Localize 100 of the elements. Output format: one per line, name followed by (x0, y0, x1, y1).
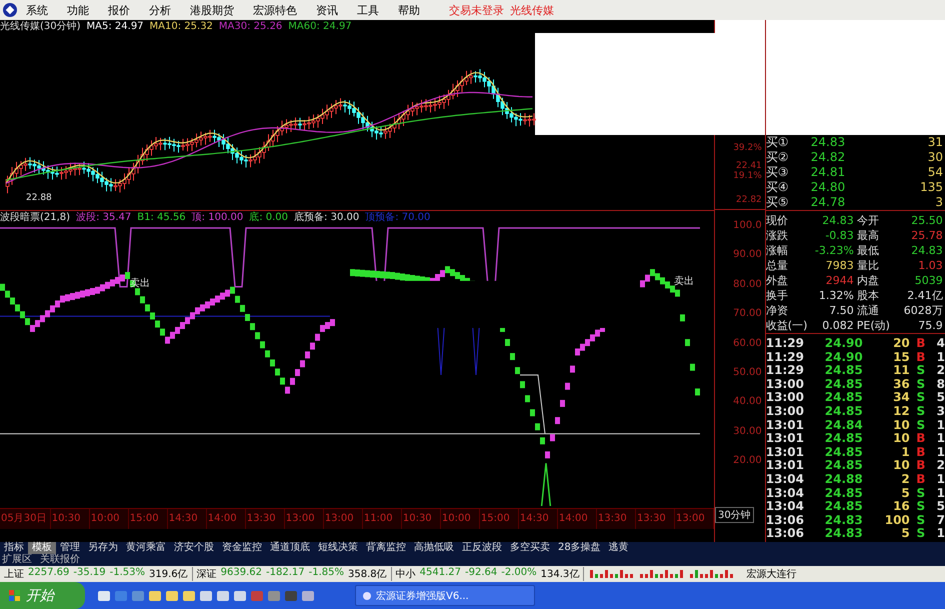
tab[interactable]: 模板 (28, 542, 56, 554)
menu-item[interactable]: 功能 (67, 2, 89, 18)
trade-time: 13:00 (766, 378, 805, 392)
taskbar-window-button[interactable]: 宏源证券增强版V6... (355, 585, 535, 606)
launcher-icon[interactable] (165, 588, 179, 602)
indicator-value: 底预备: 30.00 (294, 211, 360, 224)
tab[interactable]: 黄河乘富 (122, 542, 170, 554)
menu-item[interactable]: 工具 (357, 2, 379, 18)
chart-title: 光线传媒(30分钟) (0, 20, 81, 33)
trade-count: 1 (936, 486, 945, 500)
tab[interactable]: 背离监控 (362, 542, 410, 554)
time-label: 14:00 (558, 509, 597, 529)
indicator-value: B1: 45.56 (137, 211, 186, 224)
trade-price: 24.84 (824, 418, 864, 432)
menu-item[interactable]: 资讯 (316, 2, 338, 18)
trade-volume: 15 (892, 350, 910, 364)
tab[interactable]: 资金监控 (218, 542, 266, 554)
menu-item[interactable]: 宏源特色 (253, 2, 297, 18)
ma-value: MA5: 24.97 (86, 20, 144, 33)
menu-item[interactable]: 报价 (108, 2, 130, 18)
tab[interactable]: 短线决策 (314, 542, 362, 554)
signal-label: 卖出 (674, 274, 694, 288)
stat-label: 最低 (856, 243, 880, 258)
bid-price: 24.82 (810, 150, 846, 165)
time-label: 10:00 (90, 509, 129, 529)
axis-label: 22.82 (736, 195, 762, 205)
trade-price: 24.85 (824, 459, 864, 473)
start-button[interactable]: 开始 (0, 582, 85, 609)
axis-label: 30.00 (733, 426, 762, 439)
launcher-icon[interactable] (233, 588, 247, 602)
trade-time: 13:06 (766, 514, 805, 528)
trade-price: 24.85 (824, 500, 864, 514)
menu-item[interactable]: 帮助 (398, 2, 420, 18)
time-label: 15:00 (480, 509, 519, 529)
stat-label: 今开 (856, 213, 880, 228)
bid-volume: 3 (934, 195, 944, 210)
panel-tab[interactable]: 扩展区 (2, 554, 32, 566)
tab[interactable]: 正反波段 (458, 542, 506, 554)
bid-price: 24.81 (810, 165, 846, 180)
tab[interactable]: 多空买卖 (506, 542, 554, 554)
tab[interactable]: 另存为 (84, 542, 122, 554)
trade-time: 11:29 (766, 364, 805, 378)
indicator-value: 顶: 100.00 (192, 211, 244, 224)
stat-value: 2.41亿 (906, 288, 943, 303)
menu-item[interactable]: 分析 (149, 2, 171, 18)
bid-price: 24.83 (810, 135, 846, 150)
trade-count: 4 (936, 337, 945, 351)
trade-price: 24.83 (824, 527, 864, 541)
index-name: 上证 (4, 568, 24, 581)
tab[interactable]: 逃黄 (604, 542, 633, 554)
trade-price: 24.83 (824, 514, 864, 528)
stat-label: PE(动) (856, 318, 891, 333)
tab[interactable]: 高抛低吸 (410, 542, 458, 554)
trade-side: S (915, 364, 926, 378)
time-label: 14:30 (518, 509, 558, 529)
launcher-icon[interactable] (182, 588, 196, 602)
stat-label: 最高 (856, 228, 880, 243)
trade-price: 24.88 (824, 472, 864, 487)
axis-label: 70.00 (733, 308, 762, 322)
trade-volume: 34 (892, 391, 910, 405)
trade-count: 8 (936, 378, 945, 392)
tab[interactable]: 28多操盘 (554, 542, 605, 554)
time-label: 13:00 (284, 509, 324, 529)
trade-side: S (915, 527, 926, 541)
stat-label: 换手 (766, 288, 789, 303)
stat-value: 7983 (824, 258, 854, 273)
launcher-icon[interactable] (301, 588, 315, 602)
index-percent: -2.00% (501, 567, 537, 580)
ma-value: MA10: 25.32 (150, 20, 213, 33)
tab[interactable]: 济安个股 (170, 542, 218, 554)
bid-volume: 135 (919, 180, 944, 195)
launcher-icon[interactable] (148, 588, 162, 602)
bid-volume: 30 (926, 150, 944, 165)
tab[interactable]: 管理 (56, 542, 84, 554)
trade-time: 13:01 (766, 459, 805, 473)
stat-value: 5039 (914, 273, 943, 288)
stat-label: 净资 (766, 303, 789, 318)
axis-label: 22.41 (736, 161, 762, 171)
trade-volume: 1 (900, 446, 910, 460)
period-label[interactable]: 30分钟 (715, 507, 754, 523)
launcher-icon[interactable] (216, 588, 230, 602)
time-label: 13:00 (674, 509, 714, 529)
indicator-value: 顶预备: 70.00 (365, 211, 430, 224)
index-name: 深证 (196, 568, 217, 581)
tab[interactable]: 通道顶底 (266, 542, 314, 554)
trade-side: S (915, 514, 926, 528)
panel-tab[interactable]: 关联报价 (40, 554, 80, 566)
menu-item[interactable]: 系统 (26, 2, 48, 18)
stat-value: 1.32% (818, 288, 854, 303)
trade-time: 13:01 (766, 446, 805, 460)
launcher-icon[interactable] (97, 588, 111, 602)
trade-time: 13:04 (766, 500, 805, 514)
trade-count: 1 (936, 432, 945, 446)
launcher-icon[interactable] (199, 588, 213, 602)
stat-value: 24.83 (910, 243, 943, 258)
status-text: 光线传媒 (510, 2, 554, 18)
menu-item[interactable]: 港股期货 (190, 2, 234, 18)
trade-side: S (915, 500, 926, 514)
tab[interactable]: 指标 (0, 542, 28, 554)
stat-value: 6028万 (902, 303, 943, 318)
